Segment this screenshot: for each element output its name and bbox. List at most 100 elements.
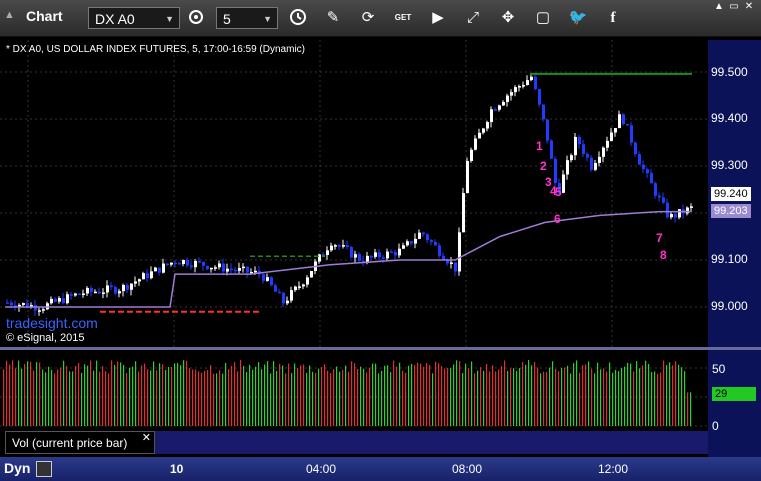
volume-bar xyxy=(573,363,575,426)
close-icon[interactable]: ✕ xyxy=(742,1,756,13)
volume-bar xyxy=(579,372,581,426)
price-bar-body xyxy=(458,232,461,272)
price-bar-body xyxy=(398,248,401,256)
volume-bar xyxy=(447,367,449,426)
symbol-input[interactable]: DX A0 ▼ xyxy=(88,7,180,29)
price-bar-body xyxy=(406,241,409,246)
volume-bar xyxy=(228,369,230,426)
volume-bar xyxy=(435,361,437,426)
volume-bar xyxy=(165,369,167,426)
volume-bar xyxy=(195,369,197,426)
price-bar-body xyxy=(530,76,533,81)
ma-price-badge: 99.203 xyxy=(711,204,751,218)
price-bar-body xyxy=(598,156,601,163)
interval-value: 5 xyxy=(223,11,231,27)
volume-scale[interactable]: 50 29 0 xyxy=(708,350,761,457)
price-chart[interactable]: 12345678 * DX A0, US DOLLAR INDEX FUTURE… xyxy=(0,40,708,347)
volume-bar xyxy=(483,370,485,426)
volume-bar xyxy=(147,369,149,426)
price-bar-body xyxy=(658,195,661,198)
price-scale[interactable]: 99.500 99.400 99.300 99.240 99.203 99.10… xyxy=(708,40,761,347)
play-icon[interactable]: ▶ xyxy=(425,6,451,30)
price-bar-body xyxy=(434,241,437,246)
volume-bar xyxy=(564,367,566,426)
collapse-icon[interactable]: ▲ xyxy=(712,1,726,13)
close-icon[interactable]: ✕ xyxy=(142,427,151,450)
price-bar-body xyxy=(438,245,441,256)
volume-bar xyxy=(210,365,212,426)
price-bar-body xyxy=(562,174,565,193)
toolbar: ▲ Chart DX A0 ▼ 5 ▼ ✎ ⟳ GET ▶ ⤢ ✥ ▢ 🐦 f … xyxy=(0,0,761,37)
volume-bar xyxy=(363,368,365,426)
volume-bar xyxy=(549,367,551,426)
clock-icon[interactable] xyxy=(285,6,311,30)
volume-bar xyxy=(168,366,170,426)
volume-bar xyxy=(27,361,29,426)
price-chart-svg: 12345678 xyxy=(0,40,708,347)
volume-bar xyxy=(420,363,422,426)
price-bar-body xyxy=(586,154,589,158)
volume-bar xyxy=(99,371,101,426)
twitter-icon[interactable]: 🐦 xyxy=(565,6,591,30)
volume-bar xyxy=(219,370,221,426)
price-bar-body xyxy=(46,303,49,310)
pencil-icon[interactable]: ✎ xyxy=(320,6,346,30)
get-icon[interactable]: GET xyxy=(390,6,416,30)
volume-bar xyxy=(294,363,296,426)
price-bar-body xyxy=(238,267,241,271)
volume-bar xyxy=(30,361,32,426)
cursor-icon[interactable]: ⤢ xyxy=(460,6,486,30)
symbol-value: DX A0 xyxy=(95,11,135,27)
volume-bar xyxy=(18,360,20,426)
volume-bar xyxy=(327,370,329,426)
time-axis[interactable]: Dyn 10 04:00 08:00 12:00 xyxy=(0,457,761,481)
settings-icon[interactable] xyxy=(183,6,209,30)
price-bar-body xyxy=(126,284,129,290)
volume-bar xyxy=(123,364,125,426)
price-bar-body xyxy=(662,197,665,203)
volume-bar xyxy=(291,373,293,426)
volume-bar xyxy=(603,368,605,426)
comment-icon[interactable]: ▢ xyxy=(530,6,556,30)
price-bar-body xyxy=(286,300,289,304)
volume-bar xyxy=(675,361,677,426)
volume-bar xyxy=(78,363,80,426)
volume-bar xyxy=(453,364,455,426)
price-bar-body xyxy=(170,262,173,265)
volume-legend[interactable]: Vol (current price bar) ✕ xyxy=(5,431,155,454)
volume-bar xyxy=(408,365,410,426)
volume-bar xyxy=(633,371,635,426)
volume-bar xyxy=(555,368,557,426)
volume-bar xyxy=(627,362,629,426)
price-bar-body xyxy=(402,245,405,249)
refresh-icon[interactable]: ⟳ xyxy=(355,6,381,30)
volume-bar xyxy=(450,368,452,426)
volume-bar xyxy=(525,364,527,426)
volume-bar xyxy=(162,364,164,426)
price-bar-body xyxy=(102,292,105,294)
restore-icon[interactable]: ▭ xyxy=(727,1,741,13)
price-bar-body xyxy=(266,277,269,281)
price-bar-body xyxy=(270,277,273,286)
volume-scale-label: 0 xyxy=(712,419,719,433)
facebook-icon[interactable]: f xyxy=(600,6,626,30)
chevron-down-icon[interactable]: ▼ xyxy=(165,8,174,30)
crosshair-icon[interactable]: ✥ xyxy=(495,6,521,30)
volume-bar xyxy=(249,364,251,426)
volume-current-badge: 29 xyxy=(712,387,756,401)
price-bar-body xyxy=(290,290,293,301)
price-bar-body xyxy=(54,298,57,302)
volume-bar xyxy=(333,369,335,426)
lock-icon[interactable] xyxy=(36,461,52,477)
interval-input[interactable]: 5 ▼ xyxy=(216,7,278,29)
volume-bar xyxy=(561,368,563,426)
volume-bar xyxy=(576,360,578,426)
volume-bar xyxy=(651,372,653,426)
volume-bar xyxy=(72,371,74,426)
volume-bar xyxy=(21,368,23,426)
volume-bar xyxy=(240,359,242,426)
chevron-down-icon[interactable]: ▼ xyxy=(263,8,272,30)
price-bar-body xyxy=(62,298,65,304)
price-label: 99.400 xyxy=(711,111,748,125)
volume-bar xyxy=(51,369,53,426)
